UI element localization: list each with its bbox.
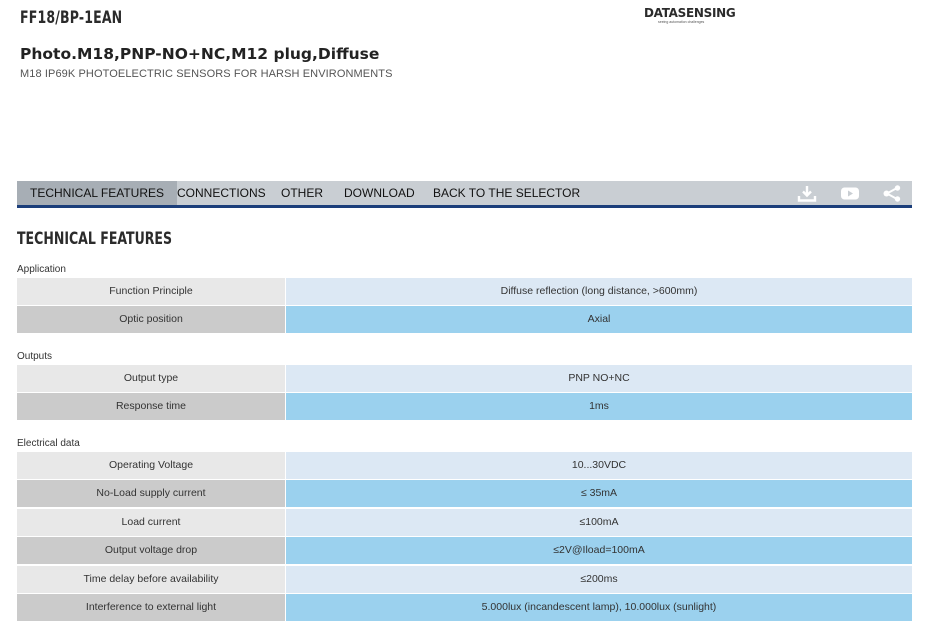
spec-key: Function Principle	[17, 278, 285, 305]
spec-key: Operating Voltage	[17, 452, 285, 479]
spec-value: ≤2V@Iload=100mA	[286, 537, 912, 564]
spec-key: Response time	[17, 393, 285, 420]
spec-row: No-Load supply current ≤ 35mA	[17, 480, 912, 507]
product-code: FF18/BP-1EAN	[20, 8, 123, 28]
spec-key: Interference to external light	[17, 594, 285, 621]
tab-other[interactable]: OTHER	[268, 181, 336, 205]
spec-value: ≤100mA	[286, 509, 912, 536]
spec-value: Axial	[286, 306, 912, 333]
product-subtitle: M18 IP69K PHOTOELECTRIC SENSORS FOR HARS…	[20, 68, 393, 80]
spec-value: ≤200ms	[286, 566, 912, 593]
download-icon[interactable]	[797, 185, 817, 202]
spec-key: Load current	[17, 509, 285, 536]
spec-value: 5.000lux (incandescent lamp), 10.000lux …	[286, 594, 912, 621]
group-label-application: Application	[17, 264, 66, 275]
tab-connections[interactable]: CONNECTIONS	[164, 181, 279, 205]
spec-row: Output voltage drop ≤2V@Iload=100mA	[17, 537, 912, 564]
spec-row: Response time 1ms	[17, 393, 912, 420]
spec-key: Optic position	[17, 306, 285, 333]
logo-tagline: seeing automation challenges	[658, 20, 705, 24]
spec-value: Diffuse reflection (long distance, >600m…	[286, 278, 912, 305]
section-title: TECHNICAL FEATURES	[17, 229, 173, 249]
datasensing-logo[interactable]: DATASENSING seeing automation challenges	[644, 7, 736, 27]
spec-key: No-Load supply current	[17, 480, 285, 507]
spec-row: Function Principle Diffuse reflection (l…	[17, 278, 912, 305]
spec-key: Output type	[17, 365, 285, 392]
spec-value: 1ms	[286, 393, 912, 420]
group-label-electrical-data: Electrical data	[17, 438, 80, 449]
spec-row: Time delay before availability ≤200ms	[17, 566, 912, 593]
spec-row: Operating Voltage 10...30VDC	[17, 452, 912, 479]
spec-value: ≤ 35mA	[286, 480, 912, 507]
group-label-outputs: Outputs	[17, 351, 53, 362]
share-icon[interactable]	[882, 185, 902, 202]
spec-row: Interference to external light 5.000lux …	[17, 594, 912, 621]
youtube-icon[interactable]	[840, 185, 860, 202]
logo-wordmark: DATASENSING	[644, 6, 736, 20]
tab-download[interactable]: DOWNLOAD	[331, 181, 428, 205]
tab-technical-features[interactable]: TECHNICAL FEATURES	[17, 181, 178, 205]
product-title: Photo.M18,PNP-NO+NC,M12 plug,Diffuse	[20, 45, 380, 63]
spec-key: Time delay before availability	[17, 566, 285, 593]
spec-value: PNP NO+NC	[286, 365, 912, 392]
section-nav: TECHNICAL FEATURES CONNECTIONS OTHER DOW…	[17, 181, 912, 208]
spec-key: Output voltage drop	[17, 537, 285, 564]
spec-row: Output type PNP NO+NC	[17, 365, 912, 392]
spec-value: 10...30VDC	[286, 452, 912, 479]
spec-row: Optic position Axial	[17, 306, 912, 333]
spec-row: Load current ≤100mA	[17, 509, 912, 536]
tab-back-to-selector[interactable]: BACK TO THE SELECTOR	[420, 181, 593, 205]
